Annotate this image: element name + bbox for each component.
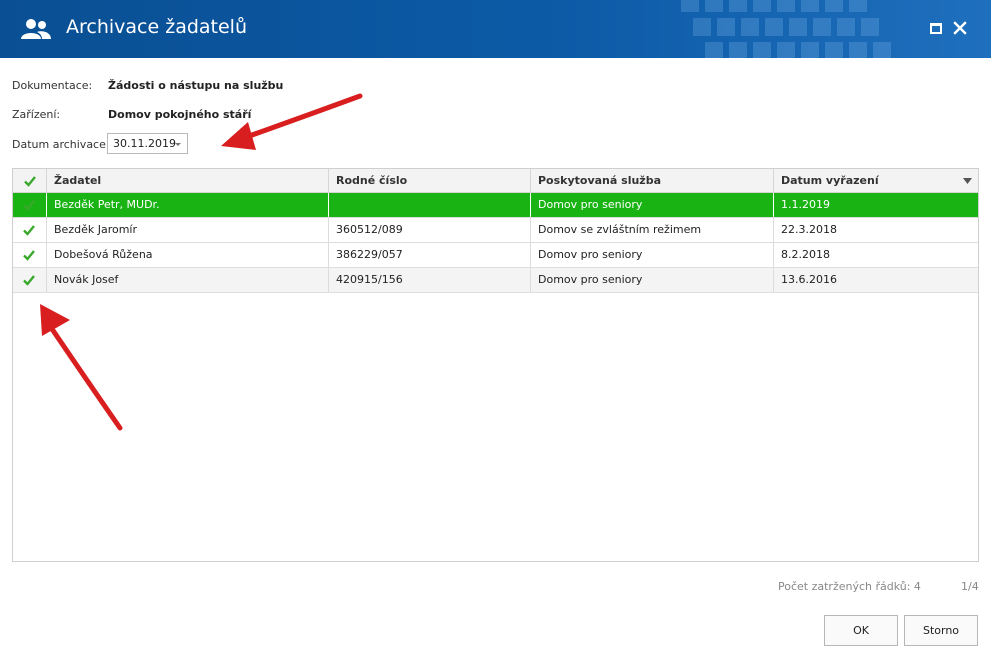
cell-applicant: Bezděk Petr, MUDr. bbox=[47, 193, 329, 217]
table-row[interactable]: Bezděk Jaromír 360512/089 Domov se zvláš… bbox=[13, 218, 978, 243]
column-header-applicant[interactable]: Žadatel bbox=[47, 169, 329, 193]
users-icon bbox=[21, 19, 51, 39]
row-check-cell[interactable] bbox=[13, 218, 47, 242]
cell-service: Domov pro seniory bbox=[531, 243, 774, 267]
applicants-grid: Žadatel Rodné číslo Poskytovaná služba D… bbox=[12, 168, 979, 562]
cell-applicant: Bezděk Jaromír bbox=[47, 218, 329, 242]
cell-service: Domov pro seniory bbox=[531, 268, 774, 292]
cell-applicant: Dobešová Růžena bbox=[47, 243, 329, 267]
row-check-cell[interactable] bbox=[13, 243, 47, 267]
documentation-label: Dokumentace: bbox=[12, 79, 93, 92]
cell-birth-number: 360512/089 bbox=[329, 218, 531, 242]
cell-birth-number: 386229/057 bbox=[329, 243, 531, 267]
title-bar: Archivace žadatelů bbox=[0, 0, 991, 58]
cell-service: Domov pro seniory bbox=[531, 193, 774, 217]
ok-button[interactable]: OK bbox=[824, 615, 898, 646]
title-bar-pattern bbox=[681, 0, 891, 58]
archive-date-dropdown[interactable]: 30.11.2019 bbox=[107, 133, 188, 154]
documentation-value: Žádosti o nástupu na službu bbox=[108, 79, 284, 92]
archive-date-label: Datum archivace: bbox=[12, 138, 110, 151]
archive-date-value[interactable]: 30.11.2019 bbox=[113, 137, 176, 150]
checkmark-icon[interactable] bbox=[24, 175, 36, 187]
facility-value: Domov pokojného stáří bbox=[108, 108, 252, 121]
chevron-down-icon[interactable] bbox=[173, 138, 183, 150]
cell-service: Domov se zvláštním režimem bbox=[531, 218, 774, 242]
checkmark-icon[interactable] bbox=[23, 274, 35, 286]
row-check-cell[interactable] bbox=[13, 193, 47, 217]
checkmark-icon[interactable] bbox=[23, 199, 35, 211]
table-row[interactable]: Novák Josef 420915/156 Domov pro seniory… bbox=[13, 268, 978, 293]
facility-label: Zařízení: bbox=[12, 108, 61, 121]
close-icon[interactable] bbox=[952, 20, 968, 36]
cell-birth-number: 420915/156 bbox=[329, 268, 531, 292]
row-check-cell[interactable] bbox=[13, 268, 47, 292]
sort-down-icon[interactable] bbox=[963, 178, 972, 184]
window-title: Archivace žadatelů bbox=[66, 16, 248, 38]
cell-date: 8.2.2018 bbox=[781, 248, 830, 261]
cell-birth-number bbox=[329, 193, 531, 217]
cell-date: 22.3.2018 bbox=[781, 223, 837, 236]
header-check-column[interactable] bbox=[13, 169, 47, 193]
table-row[interactable]: Dobešová Růžena 386229/057 Domov pro sen… bbox=[13, 243, 978, 268]
column-header-birth-number[interactable]: Rodné číslo bbox=[329, 169, 531, 193]
cell-date: 1.1.2019 bbox=[781, 198, 830, 211]
table-row[interactable]: Bezděk Petr, MUDr. Domov pro seniory 1.1… bbox=[13, 193, 978, 218]
maximize-icon[interactable] bbox=[928, 20, 944, 36]
cell-applicant: Novák Josef bbox=[47, 268, 329, 292]
checkmark-icon[interactable] bbox=[23, 224, 35, 236]
checked-rows-count: Počet zatržených řádků: 4 bbox=[778, 580, 921, 593]
grid-header: Žadatel Rodné číslo Poskytovaná služba D… bbox=[13, 169, 978, 193]
page-indicator: 1/4 bbox=[961, 580, 979, 593]
column-header-service[interactable]: Poskytovaná služba bbox=[531, 169, 774, 193]
cancel-button[interactable]: Storno bbox=[904, 615, 978, 646]
annotation-arrow-date bbox=[221, 93, 363, 150]
cell-date: 13.6.2016 bbox=[781, 273, 837, 286]
checkmark-icon[interactable] bbox=[23, 249, 35, 261]
column-header-date-label: Datum vyřazení bbox=[781, 174, 879, 187]
column-header-date[interactable]: Datum vyřazení bbox=[774, 169, 978, 193]
